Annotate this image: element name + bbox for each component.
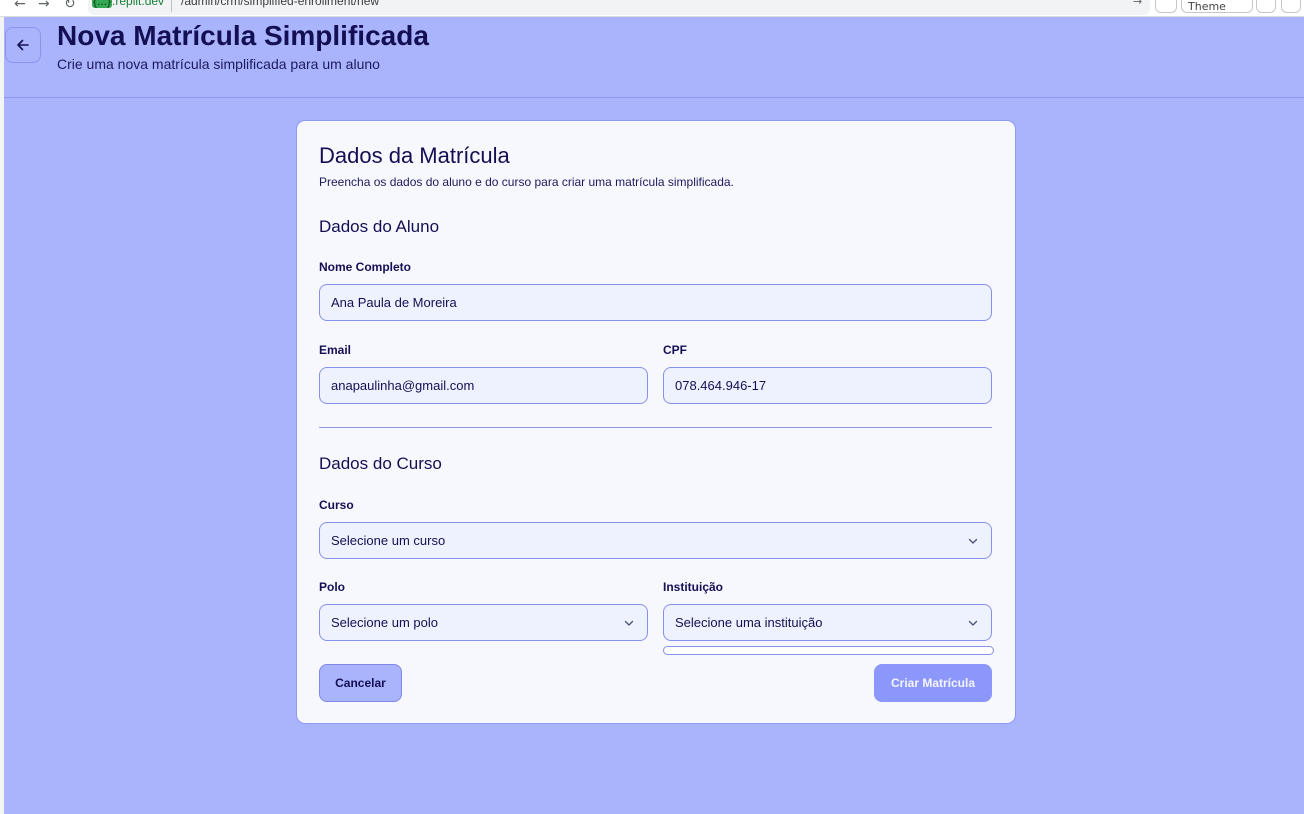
cancel-button[interactable]: Cancelar	[319, 664, 402, 702]
arrow-left-icon	[17, 39, 29, 51]
reload-icon[interactable]: ↻	[64, 0, 76, 12]
polo-select-value: Selecione um polo	[331, 615, 438, 630]
email-value: anapaulinha@gmail.com	[331, 378, 475, 393]
browser-forward-icon[interactable]: →	[38, 0, 50, 12]
course-select[interactable]: Selecione um curso	[319, 522, 992, 559]
email-input[interactable]: anapaulinha@gmail.com	[319, 367, 648, 404]
url-go-icon[interactable]: →	[1133, 0, 1142, 8]
browser-toolbar: ← → ↻ {...}.replit.dev /admin/crm/simpli…	[0, 0, 1304, 17]
cpf-value: 078.464.946-17	[675, 378, 767, 393]
form-title: Dados da Matrícula	[319, 143, 510, 168]
page-header: Nova Matrícula Simplificada Crie uma nov…	[4, 17, 1304, 98]
open-tab-icon[interactable]	[1281, 0, 1301, 13]
form-description: Preencha os dados do aluno e do curso pa…	[319, 175, 734, 189]
cpf-input[interactable]: 078.464.946-17	[663, 367, 992, 404]
course-section-title: Dados do Curso	[319, 454, 442, 473]
name-input[interactable]: Ana Paula de Moreira	[319, 284, 992, 321]
page-title: Nova Matrícula Simplificada	[57, 20, 429, 51]
url-path: /admin/crm/simplified-enrollment/new	[181, 0, 380, 8]
institution-dropdown-menu[interactable]	[663, 646, 994, 655]
url-separator	[171, 0, 172, 12]
institution-select-value: Selecione uma instituição	[675, 615, 823, 630]
theme-label: Theme	[1188, 0, 1226, 13]
institution-select[interactable]: Selecione uma instituição	[663, 604, 992, 641]
url-host: {...}.replit.dev	[92, 0, 164, 8]
student-section-title: Dados do Aluno	[319, 217, 440, 236]
section-divider	[319, 427, 992, 428]
browser-back-icon[interactable]: ←	[14, 0, 26, 12]
name-label: Nome Completo	[319, 260, 412, 274]
chevron-down-icon	[968, 620, 978, 626]
enrollment-form-card: Dados da Matrícula Preencha os dados do …	[296, 120, 1016, 724]
email-label: Email	[319, 343, 352, 357]
page-subtitle: Crie uma nova matrícula simplificada par…	[57, 56, 380, 72]
polo-select[interactable]: Selecione um polo	[319, 604, 648, 641]
theme-button[interactable]: Theme	[1181, 0, 1253, 13]
cpf-label: CPF	[663, 343, 687, 357]
institution-label: Instituição	[663, 580, 724, 594]
app-container: Nova Matrícula Simplificada Crie uma nov…	[4, 17, 1304, 814]
device-icon[interactable]	[1155, 0, 1177, 13]
chevron-down-icon	[624, 620, 634, 626]
polo-label: Polo	[319, 580, 345, 594]
course-label: Curso	[319, 498, 354, 512]
tools-icon[interactable]	[1256, 0, 1276, 13]
name-value: Ana Paula de Moreira	[331, 295, 457, 310]
create-enrollment-button[interactable]: Criar Matrícula	[874, 664, 992, 702]
course-select-value: Selecione um curso	[331, 533, 446, 548]
back-button[interactable]	[5, 27, 41, 63]
chevron-down-icon	[968, 538, 978, 544]
